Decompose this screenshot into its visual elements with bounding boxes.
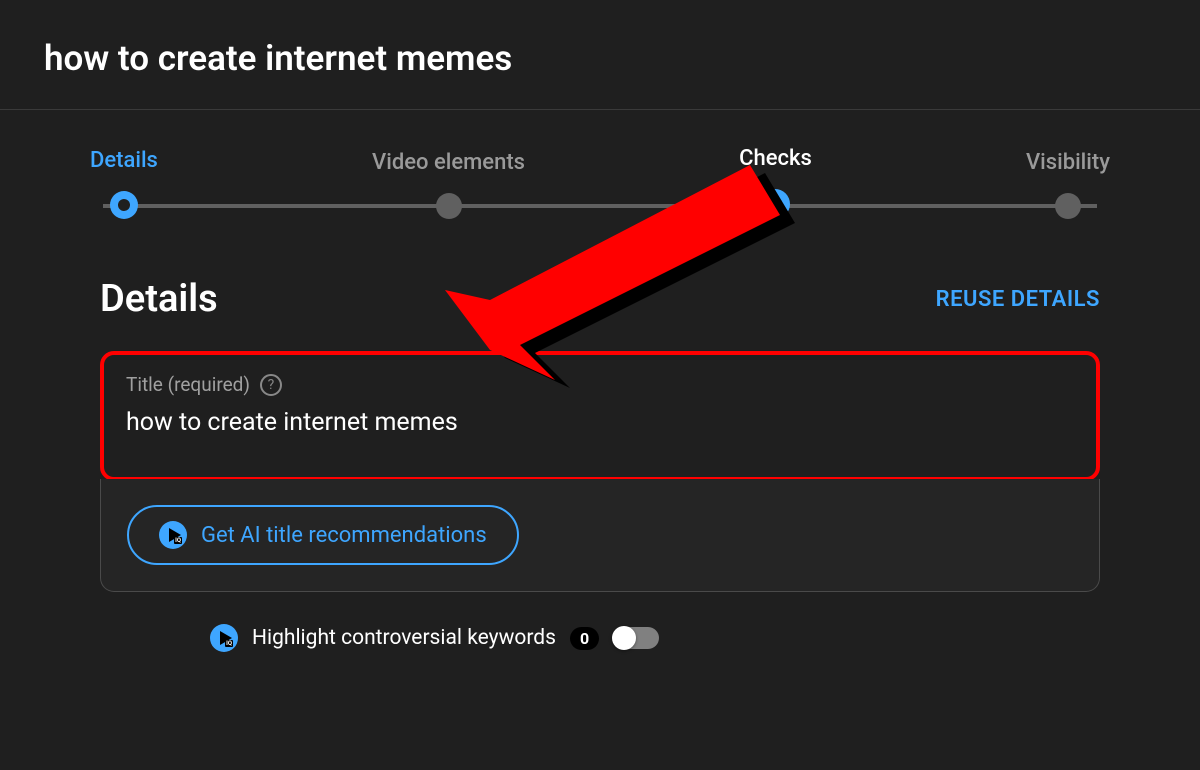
highlight-label: Highlight controversial keywords bbox=[252, 626, 556, 650]
details-heading: Details bbox=[100, 277, 218, 321]
step-details[interactable]: Details bbox=[90, 148, 158, 219]
title-label-row: Title (required) ? bbox=[126, 373, 1074, 396]
stepper: Details Video elements Checks Visibility bbox=[0, 110, 1200, 229]
toggle-knob-icon bbox=[612, 626, 636, 650]
page-title: how to create internet memes bbox=[44, 38, 1156, 79]
step-checks[interactable]: Checks bbox=[739, 146, 812, 219]
help-icon[interactable]: ? bbox=[260, 374, 282, 396]
step-node-icon bbox=[1055, 193, 1081, 219]
ai-title-recommendations-button[interactable]: IQ Get AI title recommendations bbox=[127, 505, 519, 565]
ai-recommendations-panel: IQ Get AI title recommendations bbox=[100, 479, 1100, 592]
brand-play-icon: IQ bbox=[159, 521, 187, 549]
highlight-toggle[interactable] bbox=[613, 627, 659, 649]
stepper-connectors bbox=[90, 204, 1110, 208]
step-video-elements[interactable]: Video elements bbox=[372, 150, 525, 219]
keyword-count-badge: 0 bbox=[570, 627, 599, 650]
step-label: Video elements bbox=[372, 150, 525, 175]
step-label: Visibility bbox=[1026, 150, 1110, 175]
ai-button-label: Get AI title recommendations bbox=[201, 523, 487, 548]
title-field-container[interactable]: Title (required) ? bbox=[100, 351, 1100, 481]
step-visibility[interactable]: Visibility bbox=[1026, 150, 1110, 219]
step-node-active-icon bbox=[110, 191, 138, 219]
step-node-check-icon bbox=[760, 189, 790, 219]
highlight-keywords-row: IQ Highlight controversial keywords 0 bbox=[0, 592, 1200, 652]
reuse-details-button[interactable]: REUSE DETAILS bbox=[936, 287, 1100, 312]
header: how to create internet memes bbox=[0, 0, 1200, 110]
step-label: Details bbox=[90, 148, 158, 173]
title-input[interactable] bbox=[126, 408, 1074, 437]
title-field-label: Title (required) bbox=[126, 373, 250, 396]
step-node-icon bbox=[436, 193, 462, 219]
step-label: Checks bbox=[739, 146, 812, 171]
details-header-row: Details REUSE DETAILS bbox=[0, 229, 1200, 351]
brand-play-icon: IQ bbox=[210, 624, 238, 652]
